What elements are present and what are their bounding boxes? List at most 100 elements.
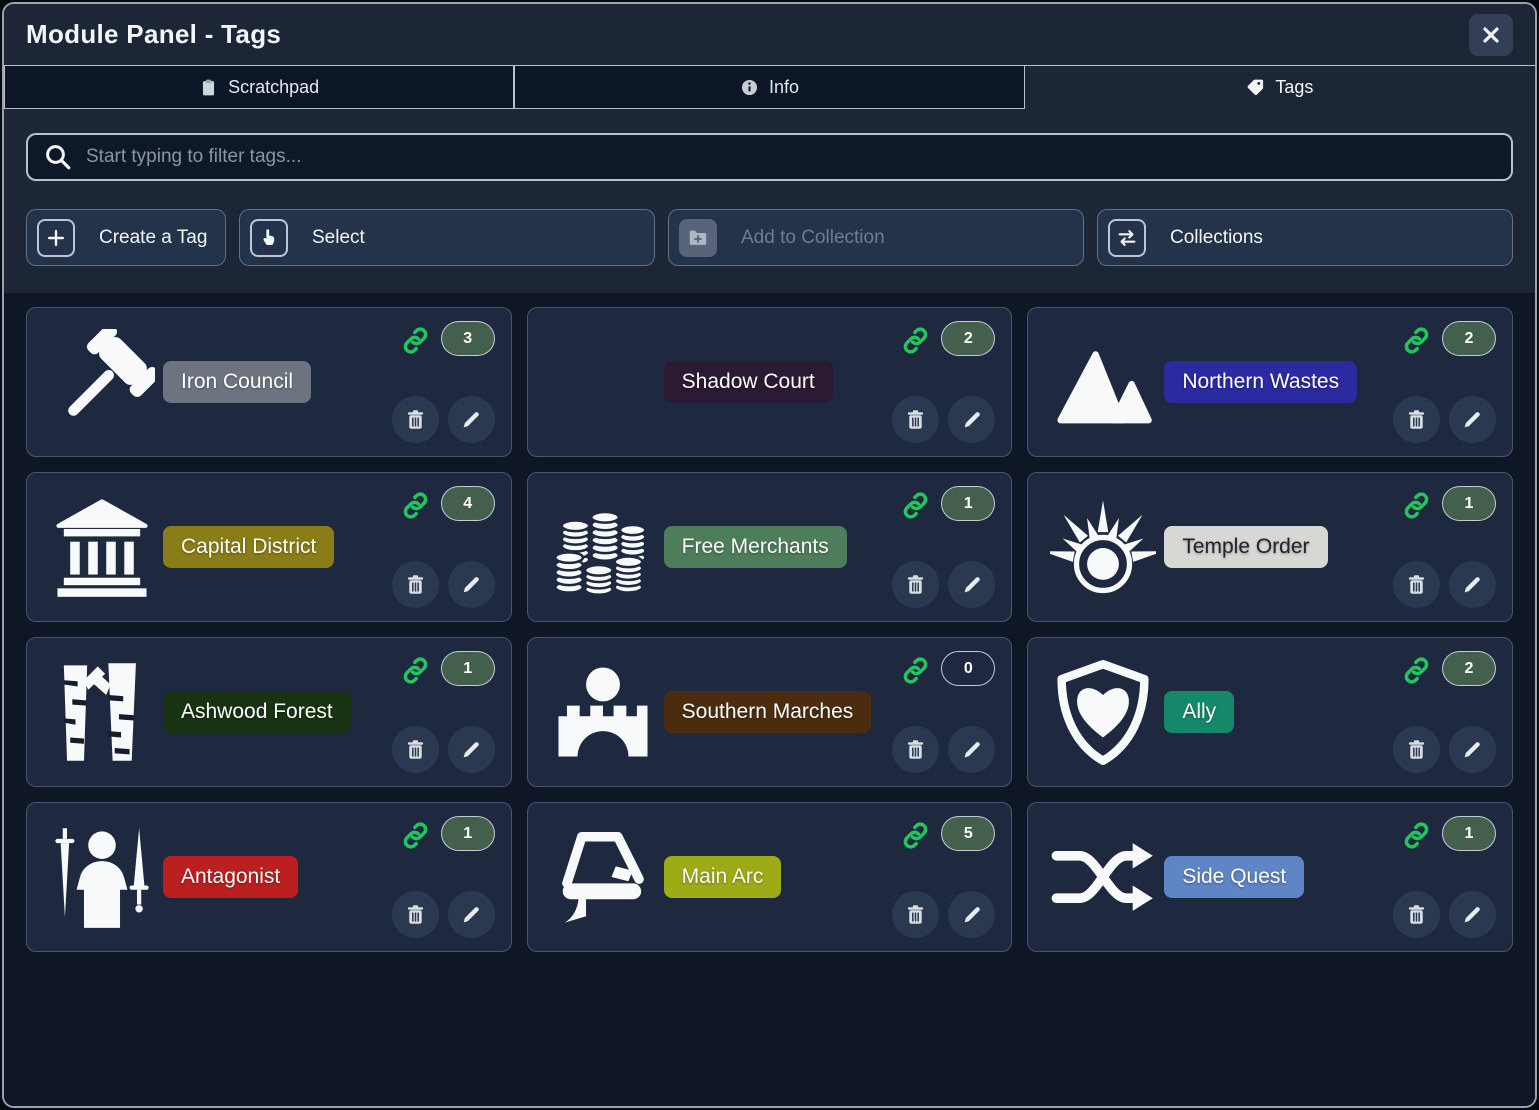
link-count-badge: 1	[941, 486, 995, 521]
pencil-icon	[961, 739, 983, 761]
tag-card[interactable]: Northern Wastes 2	[1027, 307, 1513, 457]
trash-icon	[404, 573, 427, 596]
link-icon	[900, 325, 931, 356]
card-actions	[1393, 891, 1496, 938]
delete-tag-button[interactable]	[892, 561, 939, 608]
edit-tag-button[interactable]	[948, 396, 995, 443]
edit-tag-button[interactable]	[448, 396, 495, 443]
card-actions	[392, 561, 495, 608]
trash-icon	[904, 573, 927, 596]
link-icon	[900, 490, 931, 521]
tag-card[interactable]: Shadow Court 2	[527, 307, 1013, 457]
trash-icon	[1405, 903, 1428, 926]
edit-tag-button[interactable]	[448, 561, 495, 608]
card-actions	[1393, 561, 1496, 608]
edit-tag-button[interactable]	[1449, 891, 1496, 938]
tag-name-pill: Temple Order	[1164, 526, 1327, 568]
tab-label: Info	[769, 77, 799, 98]
link-icon	[400, 325, 431, 356]
delete-tag-button[interactable]	[392, 891, 439, 938]
link-count-badge: 2	[1442, 651, 1496, 686]
tag-card[interactable]: Southern Marches 0	[527, 637, 1013, 787]
delete-tag-button[interactable]	[392, 396, 439, 443]
shuffle-icon	[1042, 816, 1164, 938]
close-icon	[1479, 23, 1503, 47]
trash-icon	[904, 408, 927, 431]
tag-name-pill: Antagonist	[163, 856, 298, 898]
tag-card[interactable]: Temple Order 1	[1027, 472, 1513, 622]
window-title: Module Panel - Tags	[26, 19, 281, 50]
tag-card[interactable]: Main Arc 5	[527, 802, 1013, 952]
add-to-collection-button[interactable]: Add to Collection	[668, 209, 1084, 266]
edit-tag-button[interactable]	[948, 561, 995, 608]
link-icon	[900, 655, 931, 686]
delete-tag-button[interactable]	[892, 726, 939, 773]
edit-tag-button[interactable]	[1449, 561, 1496, 608]
trash-icon	[1405, 573, 1428, 596]
delete-tag-button[interactable]	[1393, 891, 1440, 938]
tab-label: Scratchpad	[228, 77, 319, 98]
edit-tag-button[interactable]	[1449, 396, 1496, 443]
tag-card[interactable]: Capital District 4	[26, 472, 512, 622]
link-count-badge: 2	[941, 321, 995, 356]
edit-tag-button[interactable]	[448, 891, 495, 938]
tag-card[interactable]: Ashwood Forest 1	[26, 637, 512, 787]
pencil-icon	[460, 739, 482, 761]
tag-card[interactable]: Free Merchants 1	[527, 472, 1013, 622]
clipboard-icon	[199, 78, 218, 97]
mountains-icon	[1042, 321, 1164, 443]
delete-tag-button[interactable]	[1393, 396, 1440, 443]
tag-name-pill: Shadow Court	[664, 361, 833, 403]
edit-tag-button[interactable]	[448, 726, 495, 773]
search-input[interactable]	[86, 146, 1496, 168]
edit-tag-button[interactable]	[948, 726, 995, 773]
delete-tag-button[interactable]	[892, 891, 939, 938]
delete-tag-button[interactable]	[1393, 561, 1440, 608]
trash-icon	[1405, 738, 1428, 761]
pencil-icon	[1461, 409, 1483, 431]
link-icon	[1401, 820, 1432, 851]
close-button[interactable]	[1469, 14, 1513, 56]
select-button[interactable]: Select	[239, 209, 655, 266]
card-actions	[892, 726, 995, 773]
tag-card[interactable]: Side Quest 1	[1027, 802, 1513, 952]
link-icon	[1401, 325, 1432, 356]
book-icon	[542, 816, 664, 938]
tag-card[interactable]: Antagonist 1	[26, 802, 512, 952]
edit-tag-button[interactable]	[1449, 726, 1496, 773]
trash-icon	[904, 903, 927, 926]
tag-name-pill: Northern Wastes	[1164, 361, 1357, 403]
pencil-icon	[1461, 739, 1483, 761]
pointer-icon	[250, 219, 288, 257]
delete-tag-button[interactable]	[892, 396, 939, 443]
edit-tag-button[interactable]	[948, 891, 995, 938]
card-actions	[392, 891, 495, 938]
link-count-badge: 0	[941, 651, 995, 686]
delete-tag-button[interactable]	[1393, 726, 1440, 773]
pencil-icon	[961, 904, 983, 926]
tab-tags[interactable]: Tags	[1025, 66, 1535, 109]
delete-tag-button[interactable]	[392, 726, 439, 773]
add-to-collection-label: Add to Collection	[741, 227, 885, 249]
tag-name-pill: Southern Marches	[664, 691, 872, 733]
tab-bar: Scratchpad Info Tags	[4, 66, 1535, 109]
collections-button[interactable]: Collections	[1097, 209, 1513, 266]
tab-scratchpad[interactable]: Scratchpad	[4, 66, 514, 109]
delete-tag-button[interactable]	[392, 561, 439, 608]
tab-info[interactable]: Info	[514, 66, 1024, 109]
coins-icon	[542, 486, 664, 608]
tag-name-pill: Main Arc	[664, 856, 782, 898]
link-count-badge: 1	[441, 816, 495, 851]
crescent-moon-icon	[542, 321, 664, 443]
birch-trees-icon	[41, 651, 163, 773]
tag-name-pill: Side Quest	[1164, 856, 1304, 898]
trash-icon	[1405, 408, 1428, 431]
create-tag-label: Create a Tag	[99, 227, 207, 249]
tag-card[interactable]: Iron Council 3	[26, 307, 512, 457]
link-count-badge: 5	[941, 816, 995, 851]
tag-card[interactable]: Ally 2	[1027, 637, 1513, 787]
warrior-icon	[41, 816, 163, 938]
tag-grid: Iron Council 3 Shadow Court 2	[4, 293, 1535, 1106]
create-tag-button[interactable]: Create a Tag	[26, 209, 226, 266]
trash-icon	[404, 903, 427, 926]
